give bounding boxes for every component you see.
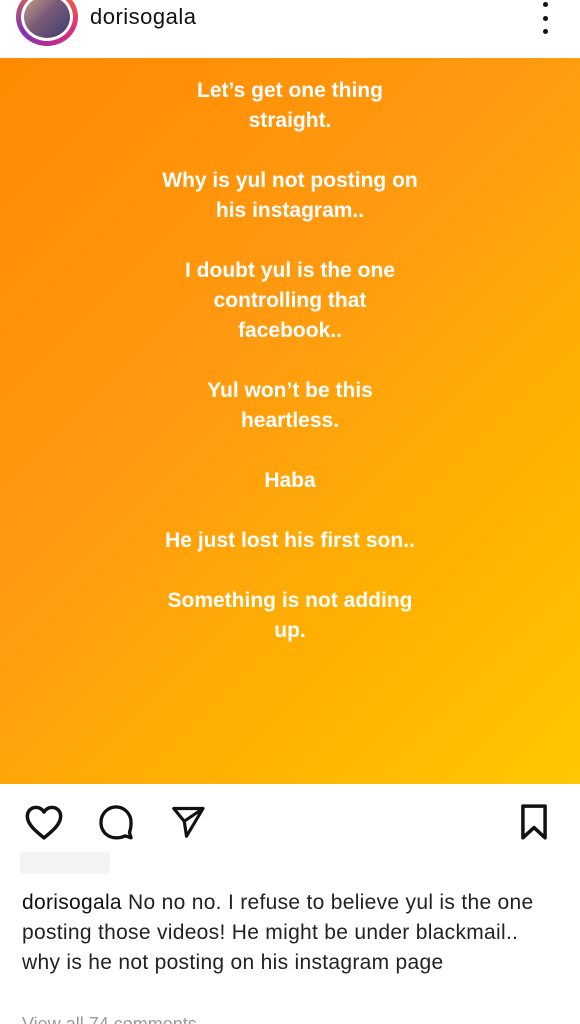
send-icon [172,806,205,838]
comment-button[interactable] [94,800,138,844]
share-button[interactable] [166,800,210,844]
story-line: He just lost his first son.. [165,529,415,552]
story-line: heartless. [240,409,340,432]
bookmark-icon [521,804,547,840]
story-line: straight. [248,109,332,132]
post-header: dorisogala [0,0,580,58]
post-image[interactable]: Let’s get one thing straight. Why is yul… [0,58,580,784]
story-line: facebook.. [238,319,342,342]
more-vertical-icon [542,2,548,7]
story-line: up. [274,619,306,642]
story-line: his instagram.. [215,199,365,222]
story-line: Let’s get one thing [197,79,383,102]
like-button[interactable] [22,800,66,844]
username[interactable]: dorisogala [90,4,197,30]
more-options-button[interactable] [530,2,560,34]
view-comments-link[interactable]: View all 74 comments [22,1014,197,1024]
heart-icon [25,805,63,840]
story-line: Something is not adding [167,589,413,612]
story-line: Haba [264,469,316,492]
save-button[interactable] [512,800,556,844]
likes-count-placeholder [20,852,110,874]
story-line: controlling that [213,289,367,312]
action-bar [0,784,580,858]
avatar-image [21,0,73,41]
comment-icon [99,805,133,840]
avatar[interactable] [16,0,78,46]
more-dot [542,15,548,21]
caption-username[interactable]: dorisogala [22,891,122,914]
caption: dorisogala No no no. I refuse to believe… [22,888,552,978]
story-line: Yul won’t be this [207,379,373,402]
instagram-post: dorisogala Let’s get one thing straight.… [0,0,580,1024]
more-dot [542,29,548,34]
story-line: I doubt yul is the one [185,259,395,282]
story-line: Why is yul not posting on [162,169,418,192]
